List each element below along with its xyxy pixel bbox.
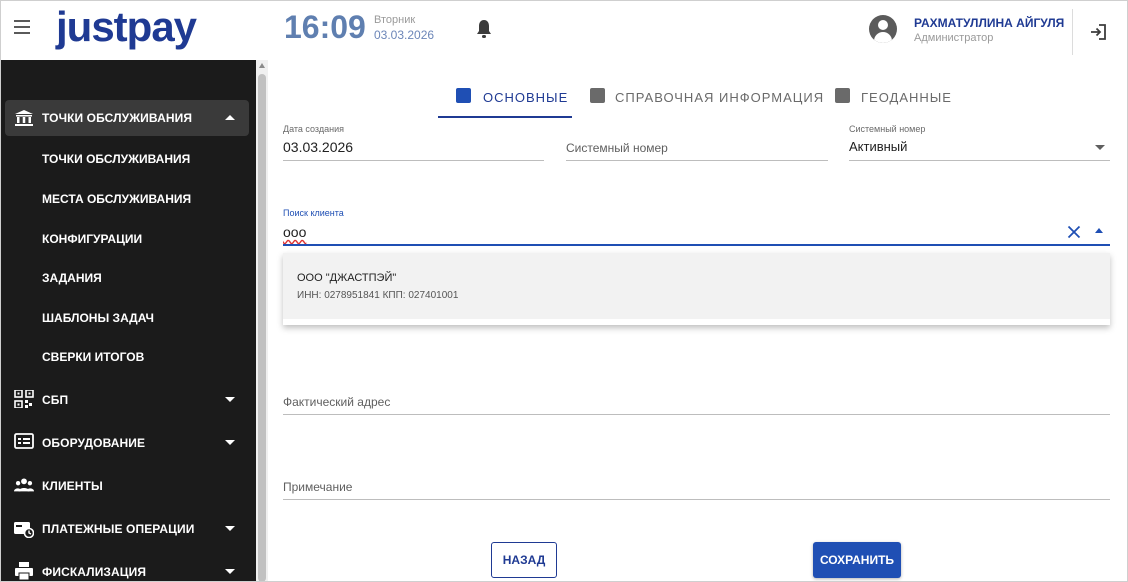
sidebar-section-label: ОБОРУДОВАНИЕ xyxy=(42,436,146,450)
sidebar-section-clients[interactable]: КЛИЕНТЫ xyxy=(1,466,257,504)
dropdown-option[interactable]: ООО "ДЖАСТПЭЙ" ИНН: 0278951841 КПП: 0274… xyxy=(283,253,1110,319)
sidebar-section-sbp[interactable]: СБП xyxy=(1,380,257,418)
created-date-underline xyxy=(283,160,544,161)
chevron-down-icon xyxy=(225,526,235,531)
tab-main-icon xyxy=(456,88,471,103)
client-search-input[interactable]: ооо xyxy=(283,224,306,240)
current-date: 03.03.2026 xyxy=(374,28,435,42)
clock-time: 16:09 xyxy=(284,9,366,45)
chevron-down-icon xyxy=(225,440,235,445)
scroll-up-arrow-icon[interactable] xyxy=(259,63,265,68)
top-header: justpay 16:09 Вторник 03.03.2026 РАХМАТУ… xyxy=(0,0,1128,60)
chevron-up-icon xyxy=(225,115,235,120)
chevron-down-icon xyxy=(225,397,235,402)
client-search-label: Поиск клиента xyxy=(283,208,344,218)
sidebar-item-service-places[interactable]: МЕСТА ОБСЛУЖИВАНИЯ xyxy=(42,192,191,206)
sidebar-section-service-points[interactable]: ТОЧКИ ОБСЛУЖИВАНИЯ xyxy=(5,100,249,136)
tab-label: СПРАВОЧНАЯ ИНФОРМАЦИЯ xyxy=(615,90,825,105)
user-name[interactable]: РАХМАТУЛЛИНА АЙГУЛЯ xyxy=(914,16,1064,30)
system-number-underline xyxy=(566,160,828,161)
tab-label: ОСНОВНЫЕ xyxy=(483,90,569,105)
option-title: ООО "ДЖАСТПЭЙ" xyxy=(297,272,397,284)
client-search-dropdown: ООО "ДЖАСТПЭЙ" ИНН: 0278951841 КПП: 0274… xyxy=(283,253,1110,325)
sidebar-item-reconciliation[interactable]: СВЕРКИ ИТОГОВ xyxy=(42,350,144,364)
sidebar-section-fiscalization[interactable]: ФИСКАЛИЗАЦИЯ xyxy=(1,552,257,582)
header-divider xyxy=(1072,9,1073,55)
bell-icon[interactable] xyxy=(475,19,493,39)
sidebar-item-service-points[interactable]: ТОЧКИ ОБСЛУЖИВАНИЯ xyxy=(42,152,190,166)
sidebar-item-configurations[interactable]: КОНФИГУРАЦИИ xyxy=(42,232,142,246)
chevron-up-icon[interactable] xyxy=(1095,228,1103,233)
system-number-field[interactable]: Системный номер xyxy=(566,141,668,155)
date-block: Вторник 03.03.2026 xyxy=(374,14,434,42)
chevron-down-icon[interactable] xyxy=(1095,145,1105,150)
tab-reference-info-icon xyxy=(590,88,605,103)
people-icon xyxy=(14,478,34,492)
printer-icon xyxy=(15,562,33,580)
created-date-value: 03.03.2026 xyxy=(283,139,354,155)
payment-icon xyxy=(14,522,34,538)
sidebar-section-label: ФИСКАЛИЗАЦИЯ xyxy=(42,565,147,579)
client-search-underline xyxy=(283,244,1110,246)
sidebar-item-tasks[interactable]: ЗАДАНИЯ xyxy=(42,271,102,285)
save-button[interactable]: СОХРАНИТЬ xyxy=(813,542,901,578)
sidebar-section-label: СБП xyxy=(42,393,69,407)
sidebar-item-task-templates[interactable]: ШАБЛОНЫ ЗАДАЧ xyxy=(42,311,154,325)
status-select-underline xyxy=(849,160,1110,161)
sidebar-section-label: ТОЧКИ ОБСЛУЖИВАНИЯ xyxy=(42,111,193,125)
status-select-label: Системный номер xyxy=(849,124,926,134)
note-field[interactable]: Примечание xyxy=(283,480,352,494)
sidebar-scrollbar[interactable] xyxy=(256,60,268,582)
user-avatar-icon[interactable] xyxy=(869,15,897,43)
actual-address-field[interactable]: Фактический адрес xyxy=(283,395,390,409)
status-select[interactable]: Активный xyxy=(849,139,907,154)
logout-icon[interactable] xyxy=(1088,22,1108,42)
sidebar-section-label: КЛИЕНТЫ xyxy=(42,479,103,493)
sidebar: ТОЧКИ ОБСЛУЖИВАНИЯ ТОЧКИ ОБСЛУЖИВАНИЯ МЕ… xyxy=(0,60,256,582)
note-underline xyxy=(283,499,1110,500)
scrollbar-thumb[interactable] xyxy=(258,74,266,582)
actual-address-underline xyxy=(283,414,1110,415)
created-date-label: Дата создания xyxy=(283,124,344,134)
tab-label: ГЕОДАННЫЕ xyxy=(861,90,952,105)
bank-icon xyxy=(15,110,33,126)
chevron-down-icon xyxy=(225,569,235,574)
option-subtitle: ИНН: 0278951841 КПП: 027401001 xyxy=(297,290,459,301)
terminal-icon xyxy=(14,433,34,449)
sidebar-section-label: ПЛАТЕЖНЫЕ ОПЕРАЦИИ xyxy=(42,522,195,536)
back-button[interactable]: НАЗАД xyxy=(491,542,557,578)
sidebar-section-payments[interactable]: ПЛАТЕЖНЫЕ ОПЕРАЦИИ xyxy=(1,509,257,547)
qr-code-icon xyxy=(14,390,34,408)
app-logo[interactable]: justpay xyxy=(56,3,197,51)
tab-geodata-icon xyxy=(835,88,850,103)
user-role: Администратор xyxy=(914,32,994,44)
hamburger-menu-icon[interactable] xyxy=(14,20,34,40)
sidebar-section-equipment[interactable]: ОБОРУДОВАНИЕ xyxy=(1,423,257,461)
clear-icon[interactable] xyxy=(1067,225,1081,239)
weekday-label: Вторник xyxy=(374,14,416,26)
active-tab-indicator xyxy=(438,116,572,118)
